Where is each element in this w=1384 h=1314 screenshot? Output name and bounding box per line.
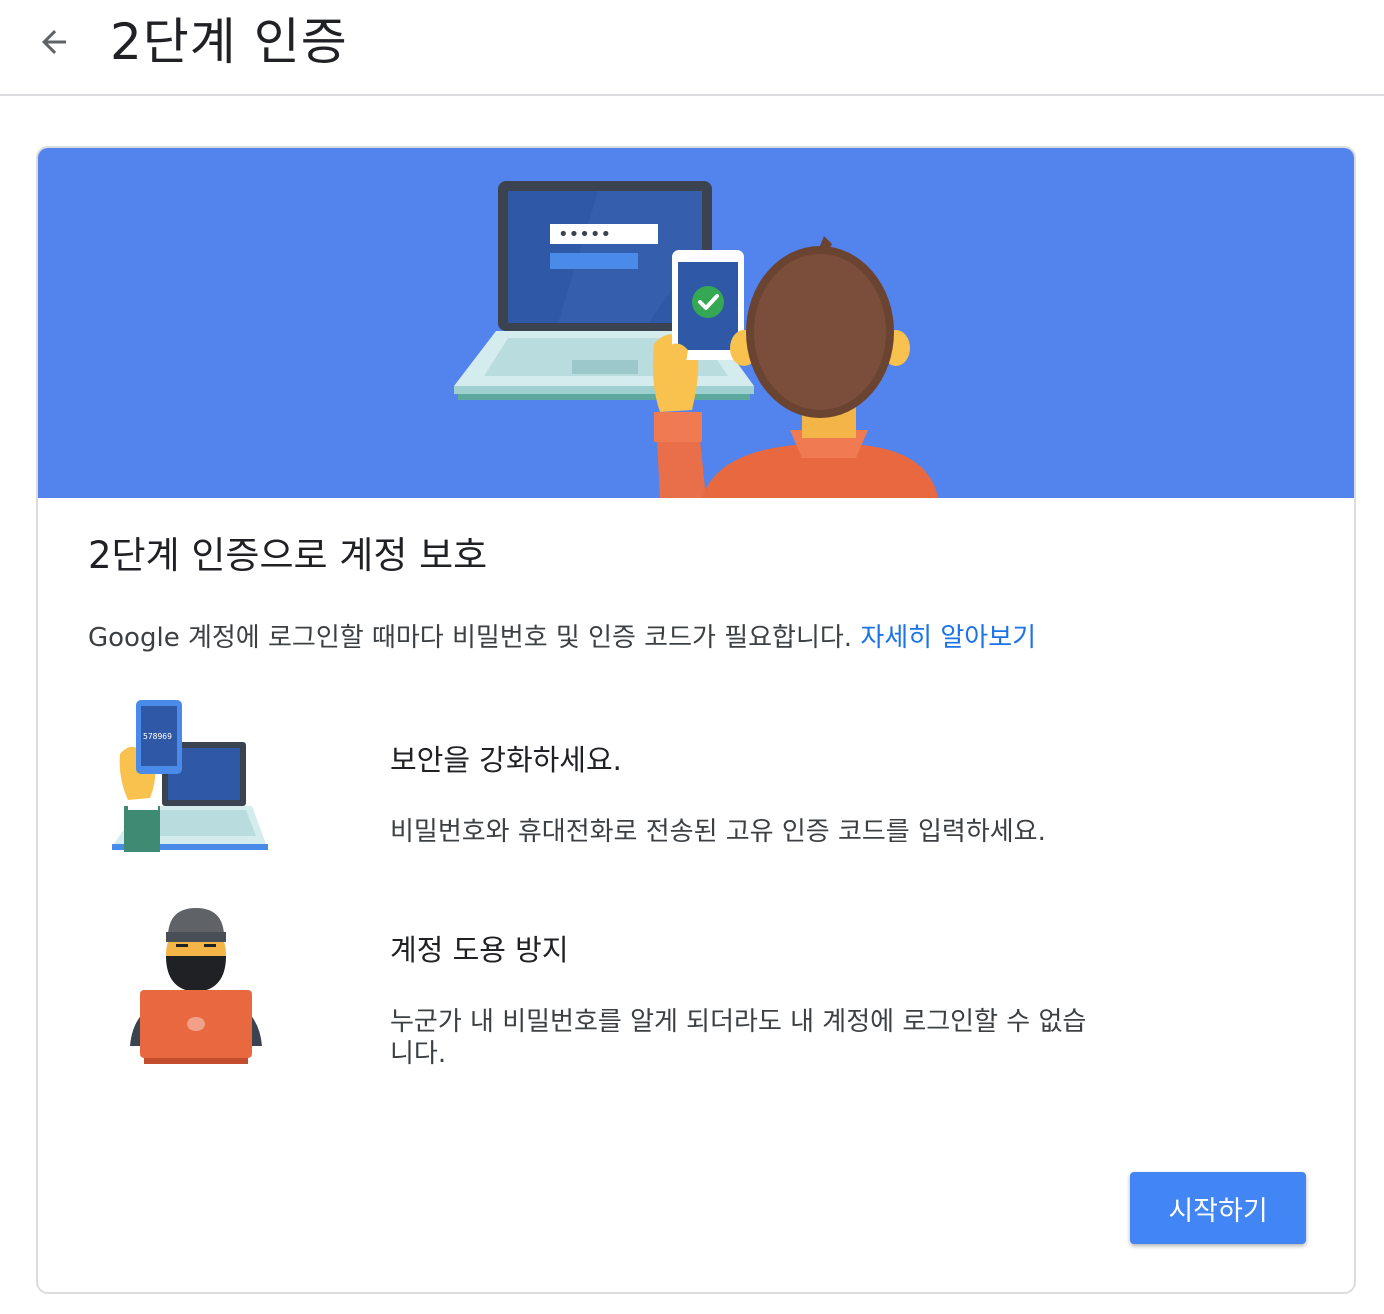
password-mask: •••••	[558, 224, 611, 245]
hacker-laptop-icon	[130, 908, 262, 1064]
description-text: Google 계정에 로그인할 때마다 비밀번호 및 인증 코드가 필요합니다.	[88, 623, 853, 653]
phone-code-laptop-icon: 578969	[112, 700, 268, 852]
two-step-verification-card: ••••• 2단계 인증으로 계정 보호 Google 계정에 로그인할 때마다…	[36, 146, 1356, 1294]
feature-security-illustration: 578969	[106, 696, 270, 860]
feature-hijack-illustration	[126, 904, 266, 1072]
top-app-bar: 2단계 인증	[0, 0, 1384, 96]
start-button[interactable]: 시작하기	[1130, 1172, 1306, 1244]
feature-hijack-title: 계정 도용 방지	[390, 933, 569, 967]
laptop-phone-verification-illustration: •••••	[454, 181, 938, 498]
feature-security-title: 보안을 강화하세요.	[390, 743, 622, 777]
feature-hijack-text: 누군가 내 비밀번호를 알게 되더라도 내 계정에 로그인할 수 없습니다.	[390, 1007, 1087, 1069]
arrow-back-icon	[42, 30, 66, 54]
learn-more-link[interactable]: 자세히 알아보기	[860, 623, 1036, 653]
card-description: Google 계정에 로그인할 때마다 비밀번호 및 인증 코드가 필요합니다.…	[88, 620, 1036, 656]
verification-code: 578969	[143, 732, 172, 741]
page-title: 2단계 인증	[110, 13, 348, 71]
back-button[interactable]	[30, 18, 78, 66]
hero-banner: •••••	[38, 148, 1354, 498]
card-heading: 2단계 인증으로 계정 보호	[88, 534, 488, 577]
feature-security-text: 비밀번호와 휴대전화로 전송된 고유 인증 코드를 입력하세요.	[390, 817, 1046, 847]
